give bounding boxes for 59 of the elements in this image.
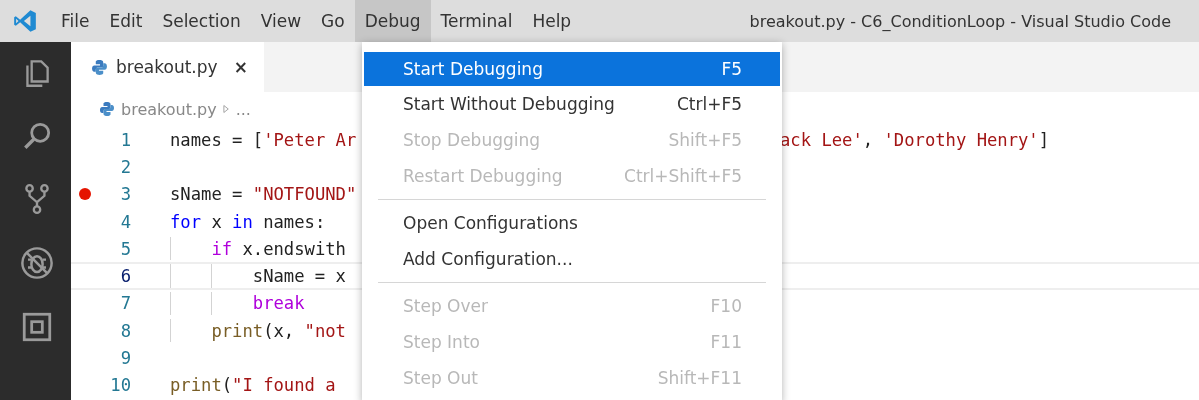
code-line: break: [251, 293, 305, 314]
breakpoint-icon[interactable]: [79, 188, 91, 201]
menu-item[interactable]: Open Configurations: [364, 205, 780, 241]
shortcut-label: F5: [721, 59, 742, 79]
menu-item[interactable]: View: [250, 0, 312, 42]
menu-item[interactable]: Add Configuration...: [364, 241, 780, 277]
code-line: print("I found a: [170, 375, 337, 396]
menu-item-label: Step Into: [403, 332, 480, 352]
window-title: breakout.py - C6_ConditionLoop - Visual Studio Code: [749, 11, 1171, 31]
chevron-icon: [222, 104, 230, 114]
menu-item[interactable]: Terminal: [430, 0, 523, 42]
shortcut-label: F10: [710, 296, 742, 316]
editor-tab[interactable]: breakout.py ×: [71, 42, 264, 92]
menu-item[interactable]: Edit: [99, 0, 153, 42]
menu-item[interactable]: Selection: [152, 0, 251, 42]
menu-item[interactable]: Start Without Debugging Ctrl+F5: [364, 86, 780, 122]
shortcut-label: Ctrl+Shift+F5: [624, 166, 742, 186]
line-number: 9: [120, 348, 131, 368]
code-line: sName = x: [251, 266, 346, 287]
code-line: sName = "NOTFOUND": [170, 184, 357, 205]
breadcrumb-item[interactable]: breakout.py: [121, 99, 217, 119]
python-icon: [99, 101, 115, 117]
menu-item[interactable]: Help: [522, 0, 582, 42]
python-icon: [91, 58, 108, 76]
line-number: 10: [110, 375, 131, 396]
shortcut-label: F11: [710, 332, 742, 352]
menu-item-label: Add Configuration...: [403, 249, 573, 269]
breadcrumb-item[interactable]: ...: [235, 99, 251, 119]
line-number: 8: [120, 320, 131, 341]
line-number: 5: [120, 238, 131, 259]
menu-item-label: Restart Debugging: [403, 166, 563, 186]
menu-item[interactable]: Start Debugging F5: [364, 52, 780, 86]
line-number: 6: [120, 266, 131, 287]
menu-item[interactable]: Go: [311, 0, 355, 42]
menu-item-label: Start Debugging: [403, 59, 543, 79]
app-logo-icon: [12, 8, 38, 34]
no-bug-icon[interactable]: [18, 245, 55, 281]
shortcut-label: Shift+F11: [657, 368, 742, 388]
menu-item-label: Step Out: [403, 368, 478, 388]
menu-item-label: Start Without Debugging: [403, 94, 615, 114]
code-line: print(x, "not: [210, 320, 346, 341]
line-number: 7: [120, 293, 131, 314]
menu-item[interactable]: Debug: [354, 0, 431, 42]
line-number: 1: [120, 129, 131, 150]
code-line: if x.endswith: [210, 238, 346, 259]
code-line: for x in names:: [170, 211, 326, 232]
line-number: 4: [120, 211, 131, 232]
shortcut-label: Shift+F5: [668, 130, 742, 150]
menu-item-label: Open Configurations: [403, 213, 578, 233]
shortcut-label: Ctrl+F5: [676, 94, 742, 114]
menu-item-label: Step Over: [403, 296, 488, 316]
line-number: 2: [120, 156, 131, 177]
close-button[interactable]: ×: [233, 57, 248, 77]
menu-item[interactable]: File: [51, 0, 100, 42]
menu-item-label: Stop Debugging: [403, 130, 541, 150]
tab-label: breakout.py: [116, 57, 218, 77]
code-line: ack Lee', 'Dorothy Henry']: [780, 129, 1050, 150]
line-number: 3: [120, 184, 131, 205]
code-line: names = ['Peter Ar: [170, 129, 357, 150]
